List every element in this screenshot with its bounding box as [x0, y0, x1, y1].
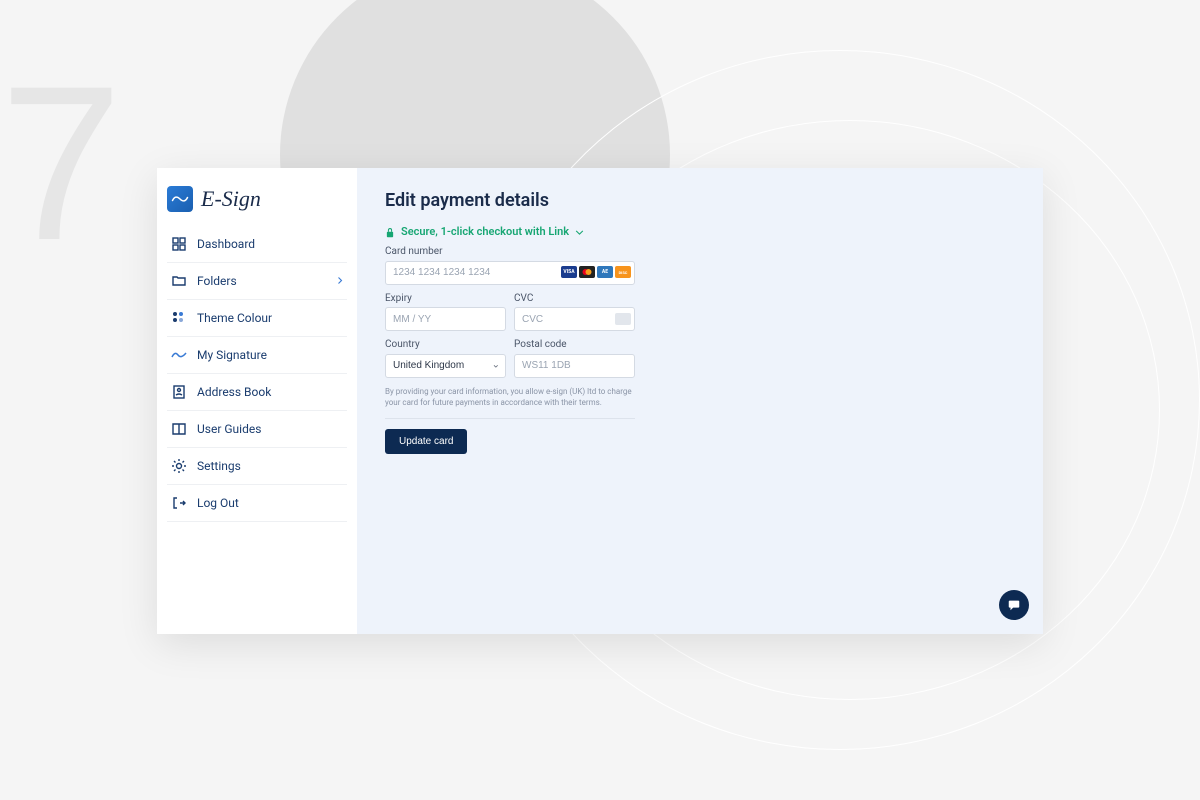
expiry-label: Expiry [385, 293, 506, 304]
card-number-label: Card number [385, 246, 635, 257]
sidebar-item-dashboard[interactable]: Dashboard [167, 226, 347, 263]
country-select[interactable]: United Kingdom [385, 354, 506, 378]
secure-checkout-link[interactable]: Secure, 1-click checkout with Link [385, 225, 1015, 238]
sidebar-item-label: User Guides [197, 422, 261, 436]
sidebar-item-my-signature[interactable]: My Signature [167, 337, 347, 374]
postal-label: Postal code [514, 339, 635, 350]
folder-icon [171, 273, 187, 289]
brand-name: E-Sign [201, 186, 261, 212]
visa-icon: VISA [561, 266, 577, 278]
sidebar-item-log-out[interactable]: Log Out [167, 485, 347, 522]
sidebar-item-address-book[interactable]: Address Book [167, 374, 347, 411]
expiry-input[interactable] [385, 307, 506, 331]
address-book-icon [171, 384, 187, 400]
sidebar: E-Sign Dashboard Folders [157, 168, 357, 634]
cvc-card-icon [615, 313, 631, 325]
sidebar-item-label: Dashboard [197, 237, 255, 251]
amex-icon: AE [597, 266, 613, 278]
chat-widget-button[interactable] [999, 590, 1029, 620]
discover-icon: DISC [615, 266, 631, 278]
payment-form: Card number VISA AE DISC Expiry [385, 246, 635, 454]
sidebar-nav: Dashboard Folders Theme Colour [157, 226, 357, 522]
sidebar-item-theme-colour[interactable]: Theme Colour [167, 300, 347, 337]
dashboard-icon [171, 236, 187, 252]
sidebar-item-settings[interactable]: Settings [167, 448, 347, 485]
sidebar-item-label: Address Book [197, 385, 271, 399]
page-title: Edit payment details [385, 190, 1015, 211]
logout-icon [171, 495, 187, 511]
country-label: Country [385, 339, 506, 350]
palette-icon [171, 310, 187, 326]
chevron-down-icon [575, 225, 584, 238]
chevron-right-icon [337, 274, 343, 288]
sidebar-item-label: Theme Colour [197, 311, 272, 325]
sidebar-item-folders[interactable]: Folders [167, 263, 347, 300]
app-window: E-Sign Dashboard Folders [157, 168, 1043, 634]
sidebar-item-label: Settings [197, 459, 241, 473]
sidebar-item-label: My Signature [197, 348, 267, 362]
secure-checkout-text: Secure, 1-click checkout with Link [401, 225, 569, 238]
lock-icon [385, 227, 395, 237]
sidebar-item-label: Log Out [197, 496, 239, 510]
brand-logo: E-Sign [157, 182, 357, 226]
update-card-button[interactable]: Update card [385, 429, 467, 454]
brand-logo-badge [167, 186, 193, 212]
card-brand-icons: VISA AE DISC [561, 266, 631, 278]
signature-icon [171, 347, 187, 363]
mastercard-icon [579, 266, 595, 278]
sidebar-item-user-guides[interactable]: User Guides [167, 411, 347, 448]
gear-icon [171, 458, 187, 474]
main-content: Edit payment details Secure, 1-click che… [357, 168, 1043, 634]
postal-code-input[interactable] [514, 354, 635, 378]
book-icon [171, 421, 187, 437]
disclaimer-text: By providing your card information, you … [385, 386, 635, 419]
sidebar-item-label: Folders [197, 274, 237, 288]
cvc-label: CVC [514, 293, 635, 304]
